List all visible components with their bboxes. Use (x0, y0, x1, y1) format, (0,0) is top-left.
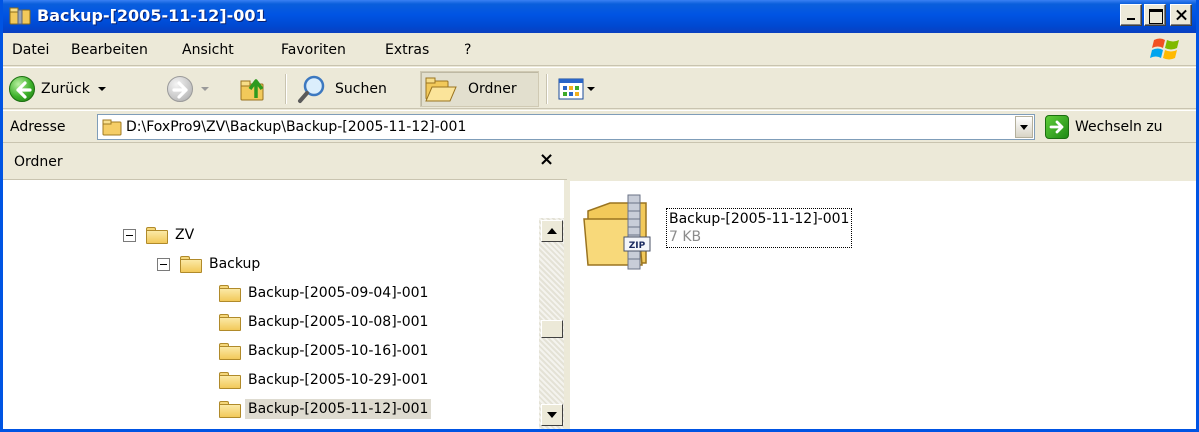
window-title: Backup-[2005-11-12]-001 (37, 6, 267, 25)
folder-icon (102, 119, 122, 136)
folders-icon (425, 77, 457, 102)
menu-bar: Datei Bearbeiten Ansicht Favoriten Extra… (3, 33, 1196, 66)
windows-logo-icon (1150, 38, 1179, 60)
views-button[interactable] (558, 72, 595, 106)
go-arrow-icon (1045, 115, 1069, 139)
address-value: D:\FoxPro9\ZV\Backup\Backup-[2005-11-12]… (126, 119, 467, 135)
tree-item-label: Backup-[2005-10-08]-001 (248, 314, 429, 330)
svg-text:ZIP: ZIP (629, 241, 646, 251)
menu-bearbeiten[interactable]: Bearbeiten (71, 42, 148, 58)
close-pane-icon[interactable]: × (539, 149, 555, 170)
folder-zip-icon (9, 7, 31, 25)
minimize-button[interactable] (1120, 4, 1142, 26)
menu-ansicht[interactable]: Ansicht (182, 42, 234, 58)
folder-open-icon (219, 400, 241, 418)
search-button[interactable]: Suchen (297, 72, 387, 106)
tree-item-label: Backup-[2005-10-29]-001 (248, 372, 429, 388)
tree-item-label: Backup-[2005-11-12]-001 (245, 399, 432, 419)
tree-item-label: Backup (209, 256, 261, 272)
tree-item-label: ZV (175, 227, 195, 243)
folder-icon (219, 371, 241, 389)
views-icon (558, 78, 584, 100)
views-dropdown-icon[interactable] (587, 87, 595, 91)
file-item-label[interactable]: Backup-[2005-11-12]-001 7 KB (666, 208, 853, 248)
back-button[interactable]: Zurück (9, 72, 106, 106)
tree-item-zv[interactable]: ZV (123, 222, 194, 248)
address-label: Adresse (10, 119, 66, 135)
folders-button[interactable]: Ordner (424, 72, 517, 106)
tree-item-backup-2005-10-29[interactable]: Backup-[2005-10-29]-001 (219, 367, 428, 393)
back-label: Zurück (41, 81, 90, 97)
explorer-window: Backup-[2005-11-12]-001 Datei Bearbeiten… (0, 0, 1199, 432)
scroll-thumb[interactable] (541, 320, 563, 338)
menu-favoriten[interactable]: Favoriten (281, 42, 346, 58)
folder-pane-title: Ordner (14, 154, 63, 170)
search-icon (298, 75, 325, 103)
go-label: Wechseln zu (1075, 119, 1163, 135)
close-button[interactable] (1170, 4, 1192, 26)
tree-item-label: Backup-[2005-10-16]-001 (248, 343, 429, 359)
up-folder-button[interactable] (239, 72, 269, 106)
file-size: 7 KB (669, 229, 702, 245)
title-bar[interactable]: Backup-[2005-11-12]-001 (3, 0, 1196, 33)
folders-label: Ordner (468, 81, 517, 97)
address-dropdown-button[interactable] (1015, 116, 1033, 138)
tree-item-label: Backup-[2005-09-04]-001 (248, 285, 429, 301)
forward-dropdown-icon[interactable] (201, 87, 209, 91)
back-dropdown-icon[interactable] (97, 87, 106, 91)
address-field[interactable]: D:\FoxPro9\ZV\Backup\Backup-[2005-11-12]… (97, 114, 1035, 140)
menu-extras[interactable]: Extras (385, 42, 429, 58)
folder-tree: ZV Backup Backup-[2005-09-04]-001 Backup… (3, 180, 567, 429)
back-arrow-icon (9, 76, 35, 102)
standard-toolbar: Zurück Suchen Ordner (3, 67, 1196, 109)
file-list: ZIP Backup-[2005-11-12]-001 7 KB (570, 181, 1196, 429)
folder-pane-header: Ordner × (3, 144, 567, 180)
scroll-down-button[interactable] (541, 404, 563, 426)
scroll-up-button[interactable] (541, 220, 563, 242)
menu-help[interactable]: ? (464, 42, 471, 58)
menu-datei[interactable]: Datei (12, 42, 49, 58)
collapse-toggle-icon[interactable] (123, 228, 136, 242)
tree-item-backup-2005-11-12[interactable]: Backup-[2005-11-12]-001 (219, 396, 432, 422)
folder-up-icon (240, 79, 264, 101)
folder-icon (146, 226, 168, 244)
collapse-toggle-icon[interactable] (157, 257, 170, 271)
file-name: Backup-[2005-11-12]-001 (669, 211, 850, 227)
tree-item-backup-2005-09-04[interactable]: Backup-[2005-09-04]-001 (219, 280, 428, 306)
tree-item-backup-2005-10-16[interactable]: Backup-[2005-10-16]-001 (219, 338, 428, 364)
forward-button[interactable] (167, 72, 209, 106)
tree-item-backup[interactable]: Backup (157, 251, 260, 277)
address-bar: Adresse D:\FoxPro9\ZV\Backup\Backup-[200… (3, 110, 1196, 143)
go-button[interactable]: Wechseln zu (1045, 115, 1163, 139)
zip-folder-icon: ZIP (583, 194, 651, 270)
tree-scrollbar[interactable] (538, 218, 564, 429)
maximize-button[interactable] (1144, 4, 1166, 26)
tree-item-backup-2005-10-08[interactable]: Backup-[2005-10-08]-001 (219, 309, 428, 335)
folder-icon (180, 255, 202, 273)
folder-icon (219, 284, 241, 302)
folder-icon (219, 342, 241, 360)
forward-arrow-icon (167, 76, 193, 102)
search-label: Suchen (335, 81, 387, 97)
folder-icon (219, 313, 241, 331)
